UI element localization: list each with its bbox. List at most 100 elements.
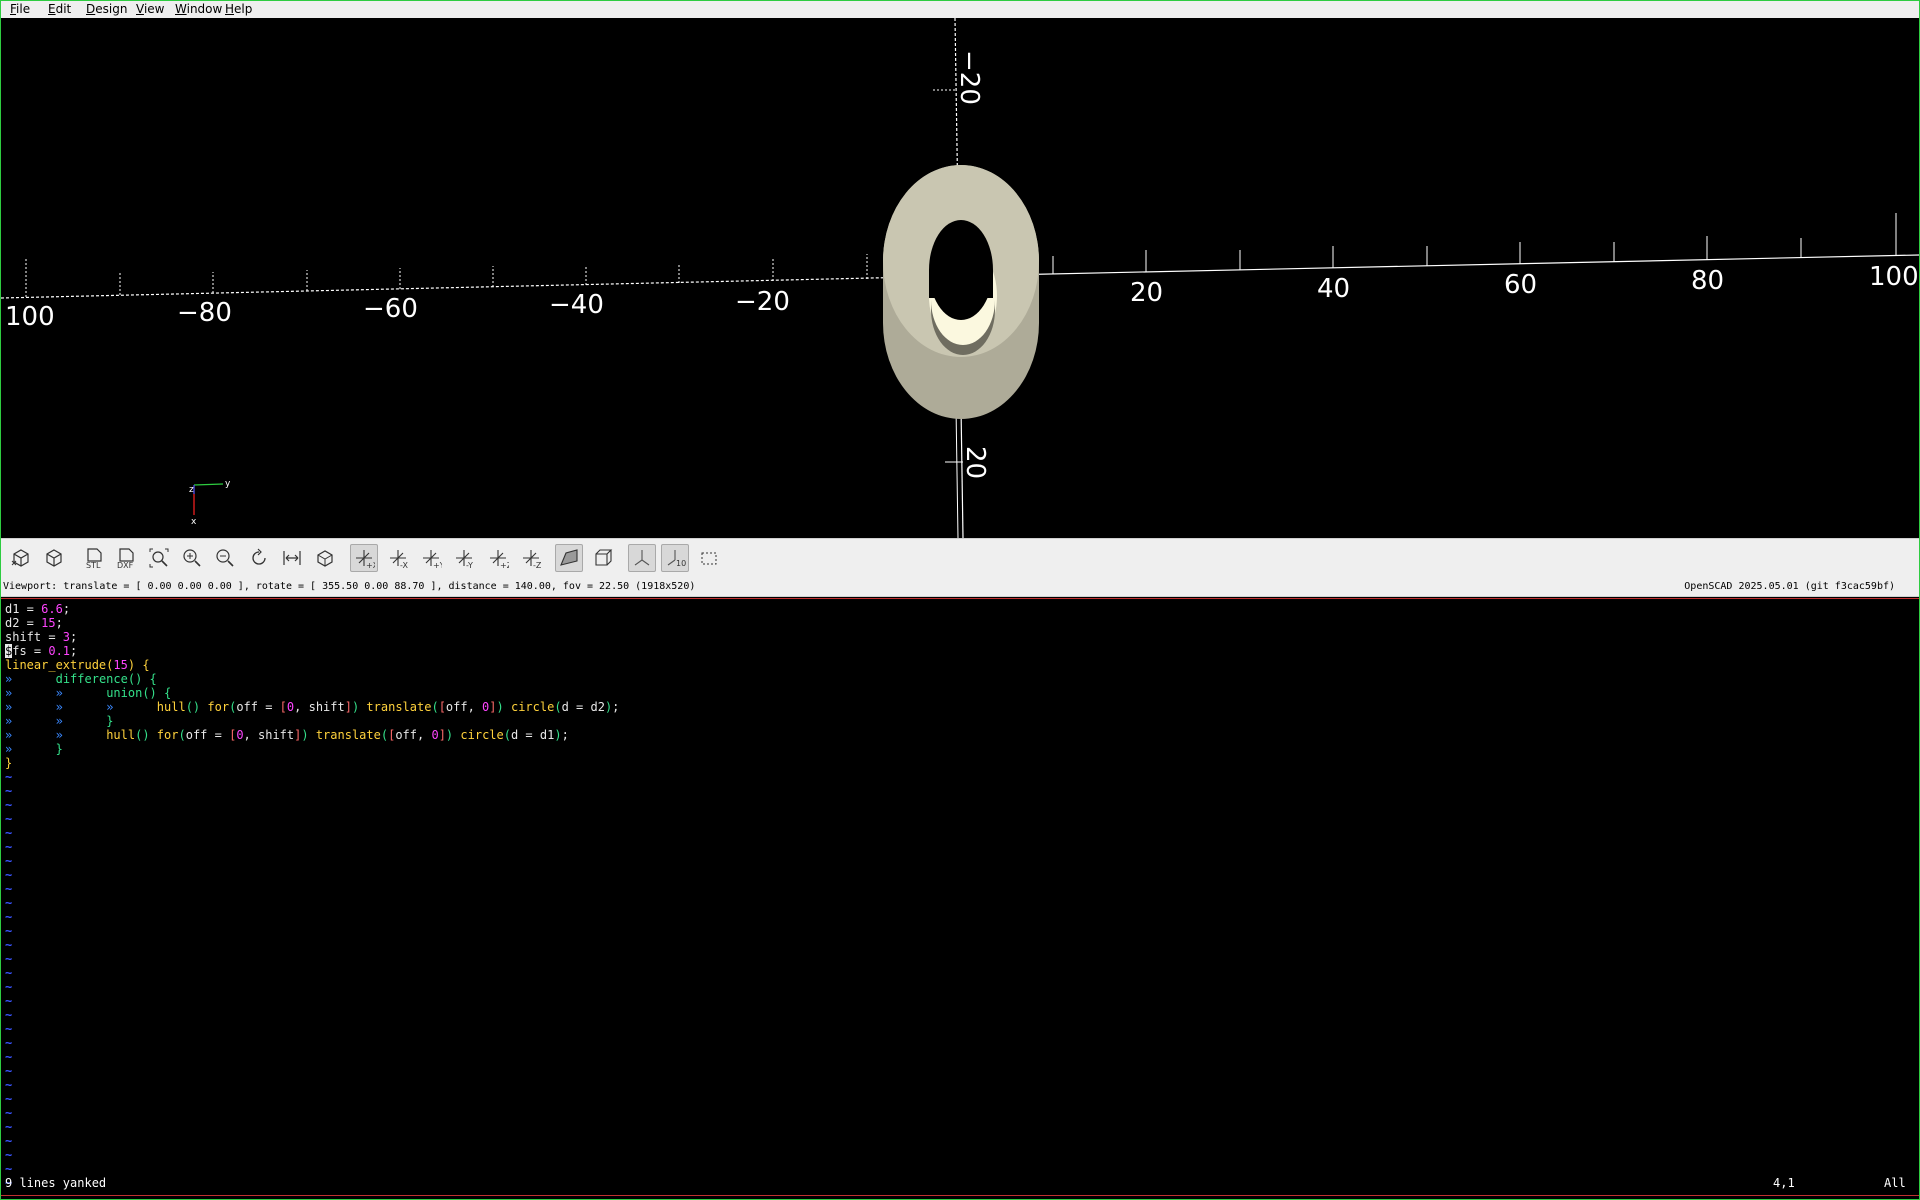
x-label-neg80: −80	[177, 298, 232, 328]
orthogonal-cube-icon	[595, 549, 613, 566]
code-line[interactable]: $fs = 0.1;	[5, 644, 77, 658]
reset-rotate-icon	[252, 548, 266, 565]
render-button[interactable]	[40, 544, 68, 572]
gizmo-y-label: y	[225, 479, 231, 489]
empty-line-tilde: ~	[5, 1120, 13, 1134]
view-toolbar: STL DXF +X -X +Y -Y +Z -Z	[1, 538, 1919, 577]
empty-line-tilde: ~	[5, 1008, 13, 1022]
preview-button[interactable]	[7, 544, 35, 572]
view-bottom-button[interactable]: -Z	[517, 544, 545, 572]
scale-label: 10	[676, 559, 686, 568]
axis-plus-z-icon: +Z	[490, 550, 509, 569]
perspective-button[interactable]	[555, 544, 583, 572]
code-line[interactable]: » » union() {	[5, 686, 171, 700]
view-all-button[interactable]	[145, 544, 173, 572]
empty-line-tilde: ~	[5, 770, 13, 784]
code-line[interactable]: » » }	[5, 714, 113, 728]
zoom-in-button[interactable]	[178, 544, 206, 572]
empty-line-tilde: ~	[5, 910, 13, 924]
view-back-button[interactable]: +Y	[417, 544, 445, 572]
show-crosshairs-button[interactable]	[695, 544, 723, 572]
code-line[interactable]: d1 = 6.6;	[5, 602, 70, 616]
menu-window-mnemonic: W	[175, 2, 187, 16]
empty-line-tilde: ~	[5, 854, 13, 868]
code-line[interactable]: linear_extrude(15) {	[5, 658, 150, 672]
empty-line-tilde: ~	[5, 924, 13, 938]
x-label-neg60: −60	[363, 294, 418, 324]
model-ring	[883, 165, 1039, 419]
empty-line-tilde: ~	[5, 952, 13, 966]
code-line[interactable]: }	[5, 756, 12, 770]
menu-edit-label: dit	[55, 2, 72, 16]
menu-bar: File Edit Design View Window Help	[1, 1, 1919, 19]
menu-design-label: esign	[95, 2, 128, 16]
zoom-out-icon	[216, 549, 234, 567]
axis-plus-y-icon: +Y	[423, 550, 442, 569]
scale-marker-icon: 10	[667, 550, 686, 568]
code-line[interactable]: shift = 3;	[5, 630, 77, 644]
stl-label: STL	[86, 561, 101, 569]
zoom-all-icon	[149, 548, 169, 568]
code-line[interactable]: d2 = 15;	[5, 616, 63, 630]
y-label-neg20: −20	[954, 50, 984, 105]
code-line[interactable]: » » hull() for(off = [0, shift]) transla…	[5, 728, 569, 742]
empty-line-tilde: ~	[5, 994, 13, 1008]
empty-line-tilde: ~	[5, 1064, 13, 1078]
view-left-button[interactable]: -X	[384, 544, 412, 572]
menu-window-label: indow	[186, 2, 223, 16]
x-label-20: 20	[1130, 278, 1163, 308]
empty-line-tilde: ~	[5, 868, 13, 882]
code-line[interactable]: » }	[5, 742, 63, 756]
show-edges-button[interactable]	[311, 544, 339, 572]
menu-view-mnemonic: V	[136, 2, 144, 16]
orthogonal-button[interactable]	[589, 544, 617, 572]
empty-line-tilde: ~	[5, 966, 13, 980]
menu-help[interactable]: Help	[225, 3, 252, 16]
export-stl-button[interactable]: STL	[80, 544, 108, 572]
x-label-neg40: −40	[549, 290, 604, 320]
fit-width-icon	[283, 551, 301, 565]
empty-line-tilde: ~	[5, 1022, 13, 1036]
empty-line-tilde: ~	[5, 882, 13, 896]
menu-window[interactable]: Window	[175, 3, 222, 16]
view-right-button[interactable]: +X	[350, 544, 378, 572]
menu-edit[interactable]: Edit	[48, 3, 71, 16]
x-label-80: 80	[1691, 266, 1724, 296]
dxf-file-icon: DXF	[117, 548, 134, 569]
menu-design[interactable]: Design	[86, 3, 127, 16]
empty-line-tilde: ~	[5, 980, 13, 994]
view-minus-x-label: -X	[400, 561, 408, 569]
reset-view-button[interactable]	[245, 544, 273, 572]
preview-cube-icon	[11, 549, 29, 567]
empty-line-tilde: ~	[5, 1162, 13, 1176]
show-scale-button[interactable]: 10	[661, 544, 689, 572]
empty-line-tilde: ~	[5, 896, 13, 910]
zoom-out-button[interactable]	[211, 544, 239, 572]
show-axes-button[interactable]	[628, 544, 656, 572]
export-dxf-button[interactable]: DXF	[112, 544, 140, 572]
x-label-60: 60	[1504, 270, 1537, 300]
empty-line-tilde: ~	[5, 798, 13, 812]
menu-view[interactable]: View	[136, 3, 164, 16]
menu-design-mnemonic: D	[86, 2, 96, 16]
empty-line-tilde: ~	[5, 938, 13, 952]
3d-viewport[interactable]: 100 −80 −60 −40 −20 20 40 60 80 100 −20 …	[1, 18, 1919, 538]
empty-line-tilde: ~	[5, 1092, 13, 1106]
x-label-neg100: 100	[5, 302, 55, 332]
empty-line-tilde: ~	[5, 1036, 13, 1050]
code-line[interactable]: » difference() {	[5, 672, 157, 686]
render-cube-icon	[46, 549, 62, 567]
code-line[interactable]: » » » hull() for(off = [0, shift]) trans…	[5, 700, 619, 714]
perspective-fit-button[interactable]	[278, 544, 306, 572]
view-plus-y-label: +Y	[433, 561, 442, 569]
menu-file[interactable]: File	[10, 3, 30, 16]
dxf-label: DXF	[117, 561, 134, 569]
view-top-button[interactable]: +Z	[484, 544, 512, 572]
empty-line-tilde: ~	[5, 784, 13, 798]
x-label-100: 100	[1869, 262, 1919, 292]
empty-line-tilde: ~	[5, 1050, 13, 1064]
command-line: 9 lines yanked	[5, 1176, 107, 1190]
view-front-button[interactable]: -Y	[450, 544, 478, 572]
axis-plus-x-icon: +X	[356, 550, 375, 569]
code-editor[interactable]: d1 = 6.6; d2 = 15; shift = 3; $fs = 0.1; lin…	[1, 598, 1919, 1196]
